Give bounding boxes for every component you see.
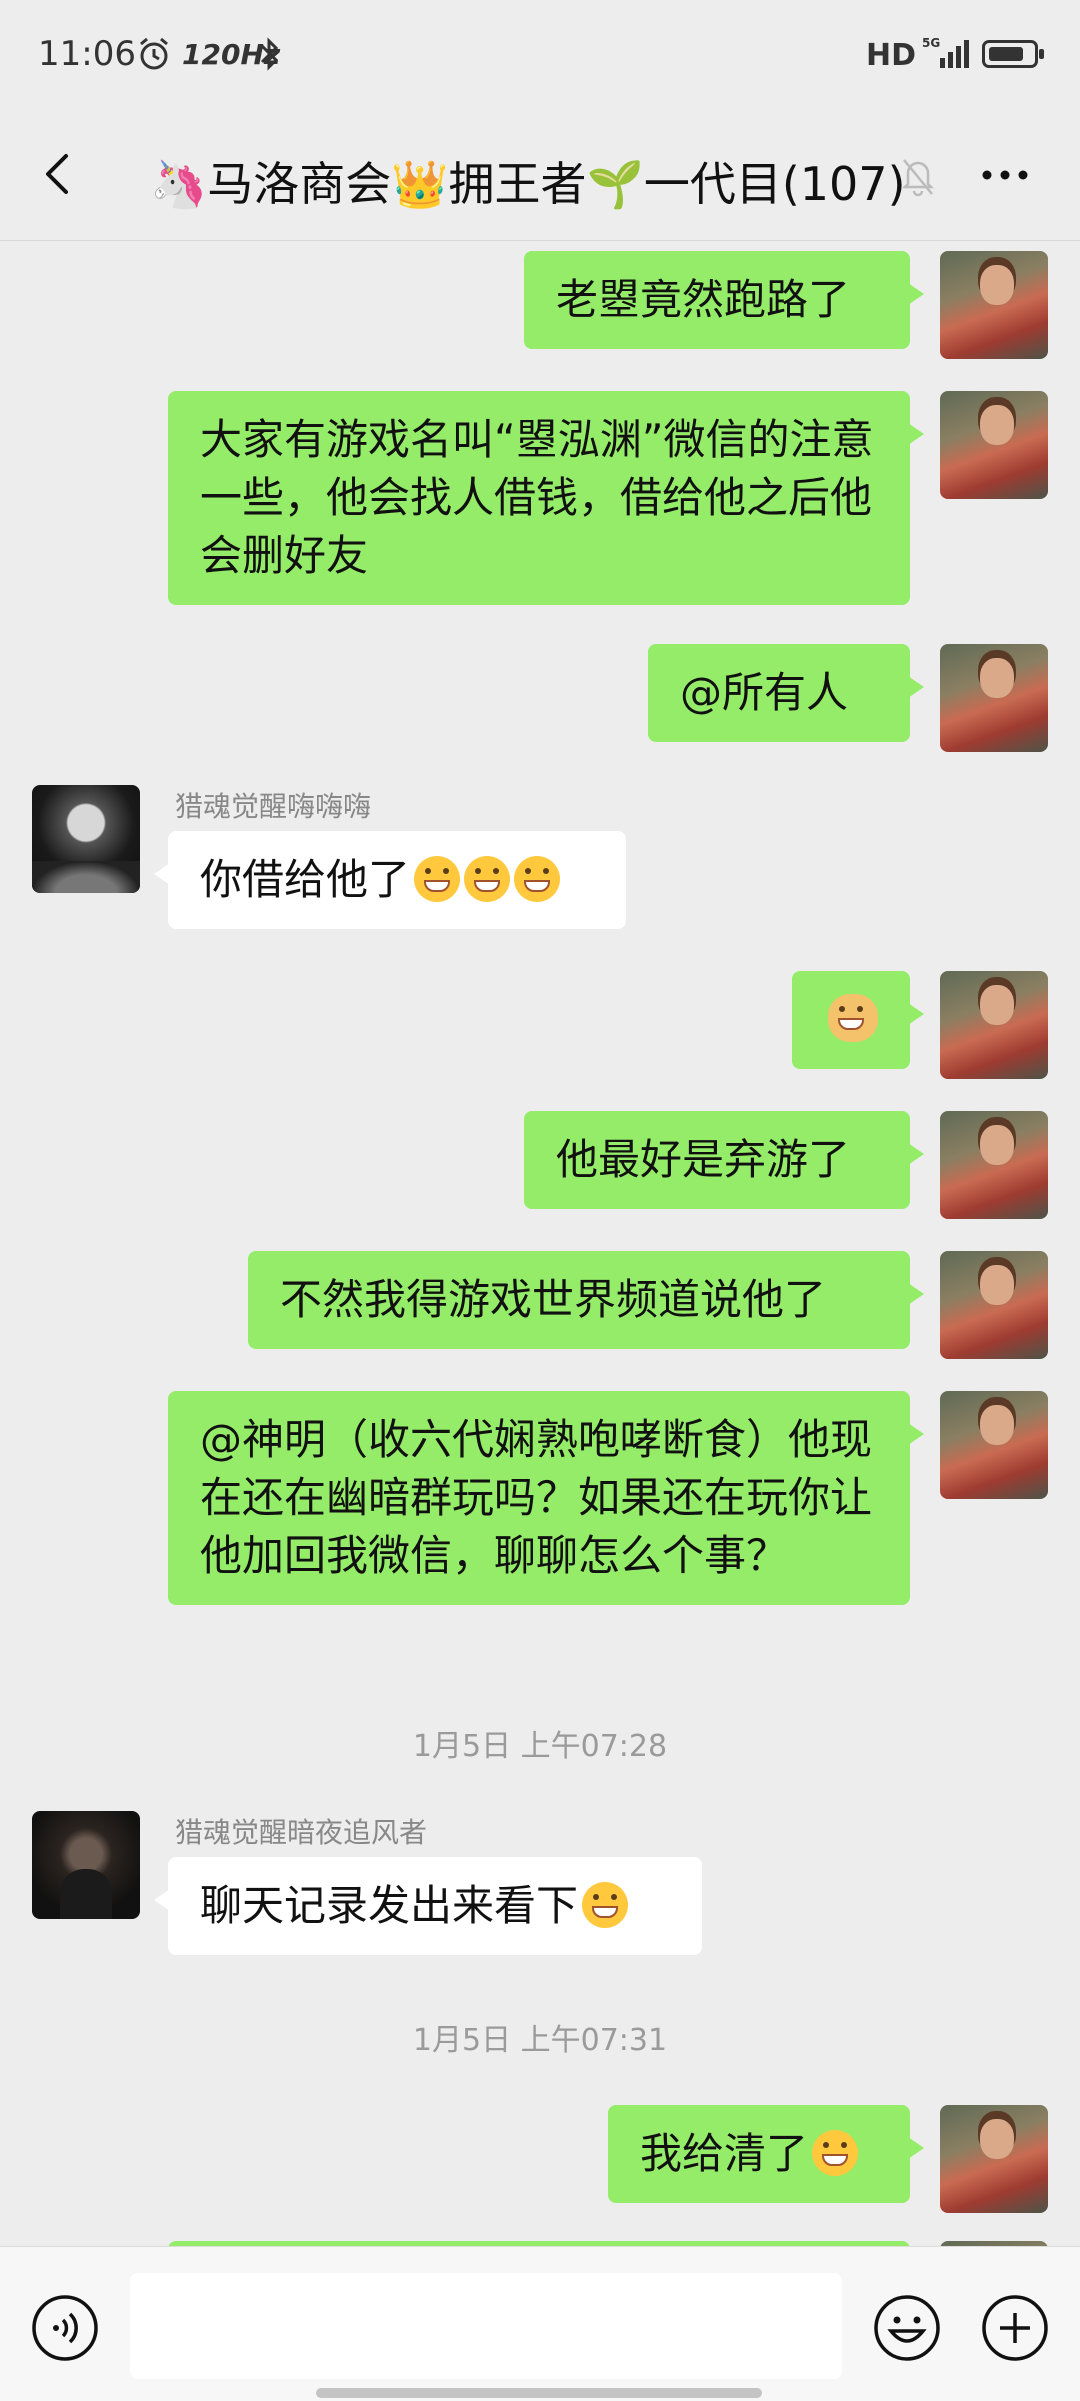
svg-text:5G: 5G	[922, 36, 940, 50]
message-bubble[interactable]: 不然我得游戏世界频道说他了	[248, 1251, 924, 1349]
message-bubble[interactable]: @神明（收六代娴熟咆哮断食）他现在还在幽暗群玩吗？如果还在玩你让他加回我微信，聊…	[168, 1391, 924, 1605]
grin-icon	[414, 856, 461, 902]
timestamp: 1月5日 上午07:31	[412, 2023, 668, 2058]
bluetooth-icon	[260, 37, 279, 71]
message-bubble[interactable]: 老曌竟然跑路了	[524, 251, 924, 349]
sender-name: 猎魂觉醒嗨嗨嗨	[175, 790, 372, 823]
sender-name: 猎魂觉醒暗夜追风者	[175, 1816, 428, 1849]
tears-of-joy-icon	[812, 2130, 859, 2176]
status-bar: 11:06 120Hz HD 5G	[0, 0, 1080, 110]
chat-header: 🦄马洛商会👑拥王者🌱一代目(107)	[0, 110, 1080, 241]
battery-icon	[982, 40, 1044, 68]
more-options-icon[interactable]	[975, 150, 1035, 200]
my-avatar[interactable]	[940, 391, 1048, 499]
message-input[interactable]	[130, 2273, 842, 2379]
status-time: 11:06	[38, 34, 136, 74]
message-text: 你借给他了	[200, 855, 411, 904]
timestamp: 1月5日 上午07:28	[412, 1729, 668, 1764]
message-bubble[interactable]	[792, 971, 924, 1069]
grin-icon	[464, 856, 511, 902]
emoji-icon[interactable]	[872, 2293, 942, 2363]
voice-input-icon[interactable]	[30, 2293, 100, 2363]
mute-bell-icon	[901, 159, 935, 197]
message-text: 聊天记录发出来看下	[200, 1881, 579, 1930]
input-bar	[0, 2246, 1080, 2401]
message-bubble[interactable]: @所有人	[648, 644, 924, 742]
my-avatar[interactable]	[940, 971, 1048, 1079]
back-icon[interactable]	[30, 144, 90, 204]
home-indicator[interactable]	[316, 2388, 762, 2398]
message-bubble[interactable]: 我给清了	[608, 2105, 924, 2203]
contact-avatar[interactable]	[32, 785, 140, 893]
hd-indicator: HD	[866, 38, 917, 73]
my-avatar[interactable]	[940, 2105, 1048, 2213]
plus-icon[interactable]	[980, 2293, 1050, 2363]
grin-icon	[514, 856, 561, 902]
battery-level	[989, 47, 1023, 61]
signal-5g-icon: 5G	[922, 36, 969, 68]
my-avatar[interactable]	[940, 1391, 1048, 1499]
my-avatar[interactable]	[940, 1111, 1048, 1219]
message-bubble[interactable]: 他最好是弃游了	[524, 1111, 924, 1209]
contact-avatar[interactable]	[32, 1811, 140, 1919]
my-avatar[interactable]	[940, 644, 1048, 752]
my-avatar[interactable]	[940, 251, 1048, 359]
my-avatar[interactable]	[940, 1251, 1048, 1359]
chat-message-list[interactable]: 老曌竟然跑路了 大家有游戏名叫“曌泓渊”微信的注意一些，他会找人借钱，借给他之后…	[0, 241, 1080, 2246]
message-bubble[interactable]: 聊天记录发出来看下	[154, 1857, 702, 1955]
grin-icon	[582, 1882, 629, 1928]
message-bubble[interactable]: 你借给他了	[154, 831, 626, 929]
doge-icon	[828, 994, 878, 1042]
message-bubble[interactable]: 大家有游戏名叫“曌泓渊”微信的注意一些，他会找人借钱，借给他之后他会删好友	[168, 391, 924, 605]
chat-title: 🦄马洛商会👑拥王者🌱一代目(107)	[150, 157, 906, 211]
alarm-icon	[140, 37, 168, 70]
message-text: 我给清了	[640, 2129, 809, 2178]
